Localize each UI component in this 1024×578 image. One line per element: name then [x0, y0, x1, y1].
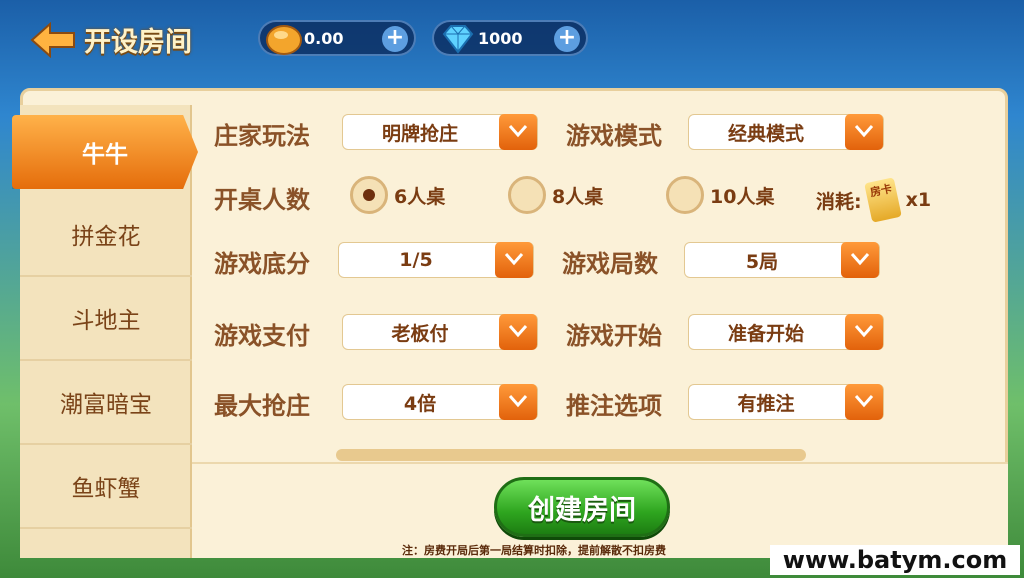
gold-coin-icon — [264, 20, 304, 62]
sidebar-item-niuniu[interactable]: 牛牛 — [12, 115, 198, 189]
push-bet-label: 推注选项 — [566, 392, 662, 420]
rounds-label: 游戏局数 — [562, 250, 658, 278]
chevron-down-icon — [499, 314, 537, 350]
start-value: 准备开始 — [727, 322, 804, 345]
base-score-select[interactable]: 1/5 — [338, 242, 534, 278]
rounds-select[interactable]: 5局 — [684, 242, 880, 278]
sidebar-item-yuxiaxie[interactable]: 鱼虾蟹 — [20, 445, 192, 529]
chevron-down-icon — [499, 114, 537, 150]
max-bid-value: 4倍 — [403, 392, 437, 415]
watermark: www.batym.com — [770, 545, 1020, 575]
start-select[interactable]: 准备开始 — [688, 314, 884, 350]
max-bid-label: 最大抢庄 — [214, 392, 310, 420]
page-title: 开设房间 — [84, 27, 192, 58]
back-arrow-icon — [30, 22, 75, 58]
banker-mode-select[interactable]: 明牌抢庄 — [342, 114, 538, 150]
sidebar-item-chaofu[interactable]: 潮富暗宝 — [20, 361, 192, 445]
seats-option-10[interactable]: 10人桌 — [666, 176, 774, 214]
add-diamond-button[interactable]: + — [554, 26, 580, 52]
add-gold-button[interactable]: + — [382, 26, 408, 52]
cost-label: 消耗: — [816, 190, 862, 213]
game-mode-label: 游戏模式 — [566, 122, 662, 150]
chevron-down-icon — [845, 314, 883, 350]
banker-mode-label: 庄家玩法 — [214, 122, 310, 150]
game-sidebar: 牛牛 拼金花 斗地主 潮富暗宝 鱼虾蟹 — [12, 105, 198, 558]
seats-option-8[interactable]: 8人桌 — [508, 176, 603, 214]
sidebar-item-label: 鱼虾蟹 — [71, 476, 141, 502]
diamond-balance: 1000 + — [432, 20, 588, 56]
push-bet-value: 有推注 — [737, 392, 795, 415]
gold-value: 0.00 — [304, 29, 344, 48]
sidebar-item-label: 斗地主 — [71, 308, 141, 334]
top-bar: 开设房间 0.00 + 1000 + — [0, 0, 1024, 80]
base-score-value: 1/5 — [399, 249, 433, 271]
sidebar-item-label: 潮富暗宝 — [60, 392, 152, 418]
gold-balance: 0.00 + — [258, 20, 416, 56]
diamond-value: 1000 — [478, 29, 523, 48]
radio-unselected-icon — [508, 176, 546, 214]
room-card-icon: 房卡 — [863, 177, 902, 223]
payment-value: 老板付 — [391, 322, 449, 345]
seats-label: 开桌人数 — [214, 186, 310, 214]
seats-option-6[interactable]: 6人桌 — [350, 176, 445, 214]
chevron-down-icon — [845, 384, 883, 420]
rounds-value: 5局 — [745, 250, 779, 273]
payment-label: 游戏支付 — [214, 322, 310, 350]
sidebar-item-label: 拼金花 — [71, 224, 141, 250]
game-mode-value: 经典模式 — [727, 122, 804, 145]
banker-mode-value: 明牌抢庄 — [381, 122, 458, 145]
sidebar-item-pinjinhua[interactable]: 拼金花 — [20, 193, 192, 277]
cost-display: 消耗: 房卡 x1 — [816, 177, 932, 223]
base-score-label: 游戏底分 — [214, 250, 310, 278]
chevron-down-icon — [845, 114, 883, 150]
chevron-down-icon — [495, 242, 533, 278]
chevron-down-icon — [841, 242, 879, 278]
push-bet-select[interactable]: 有推注 — [688, 384, 884, 420]
fee-note: 注：房费开局后第一局结算时扣除，提前解散不扣房费 — [402, 544, 666, 557]
seats-option-label: 10人桌 — [710, 185, 775, 208]
back-button[interactable] — [30, 20, 80, 60]
diamond-icon — [438, 20, 478, 62]
create-room-button[interactable]: 创建房间 — [494, 477, 670, 537]
radio-unselected-icon — [666, 176, 704, 214]
seats-option-label: 8人桌 — [552, 185, 604, 208]
seats-option-label: 6人桌 — [394, 185, 446, 208]
game-mode-select[interactable]: 经典模式 — [688, 114, 884, 150]
max-bid-select[interactable]: 4倍 — [342, 384, 538, 420]
sidebar-item-label: 牛牛 — [82, 142, 128, 168]
payment-select[interactable]: 老板付 — [342, 314, 538, 350]
chevron-down-icon — [499, 384, 537, 420]
start-label: 游戏开始 — [566, 322, 662, 350]
scroll-cut-row[interactable] — [336, 449, 806, 461]
sidebar-item-doudizhu[interactable]: 斗地主 — [20, 277, 192, 361]
cost-amount: x1 — [905, 189, 932, 211]
radio-selected-icon — [350, 176, 388, 214]
